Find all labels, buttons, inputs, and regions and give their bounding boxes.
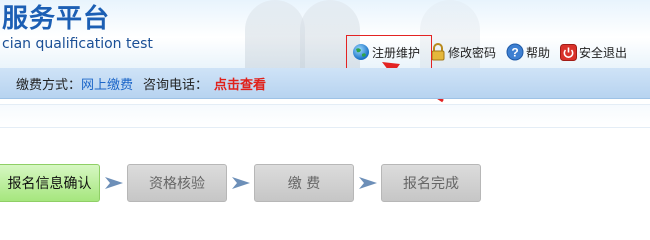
step-arrow-icon (100, 177, 127, 189)
phone-label: 咨询电话： (143, 77, 209, 93)
step-arrow-icon (227, 177, 254, 189)
logout-link[interactable]: 安全退出 (560, 43, 628, 61)
help-link[interactable]: ? 帮助 (506, 43, 550, 61)
help-label: 帮助 (526, 45, 551, 60)
step-qualification-check: 资格核验 (127, 164, 227, 202)
svg-text:?: ? (511, 46, 518, 60)
power-icon (560, 43, 578, 61)
payment-method-value: 网上缴费 (81, 77, 134, 93)
payment-method-label: 缴费方式： (16, 77, 82, 93)
info-bar: 缴费方式： 网上缴费 咨询电话： 点击查看 (0, 68, 650, 99)
step-payment: 缴 费 (254, 164, 354, 202)
step-arrow-icon (354, 177, 381, 189)
help-icon: ? (506, 43, 524, 61)
progress-steps: 报名信息确认 资格核验 缴 费 报名完成 (0, 163, 481, 203)
view-phone-link[interactable]: 点击查看 (214, 74, 266, 93)
change-password-label: 修改密码 (448, 45, 497, 60)
banner-decoration (245, 0, 305, 68)
site-subtitle: cian qualification test (2, 36, 153, 52)
sub-bar (0, 104, 650, 128)
step-complete: 报名完成 (381, 164, 481, 202)
logout-label: 安全退出 (579, 45, 628, 60)
site-title: 服务平台 (2, 4, 111, 34)
step-confirm-info: 报名信息确认 (0, 164, 100, 202)
